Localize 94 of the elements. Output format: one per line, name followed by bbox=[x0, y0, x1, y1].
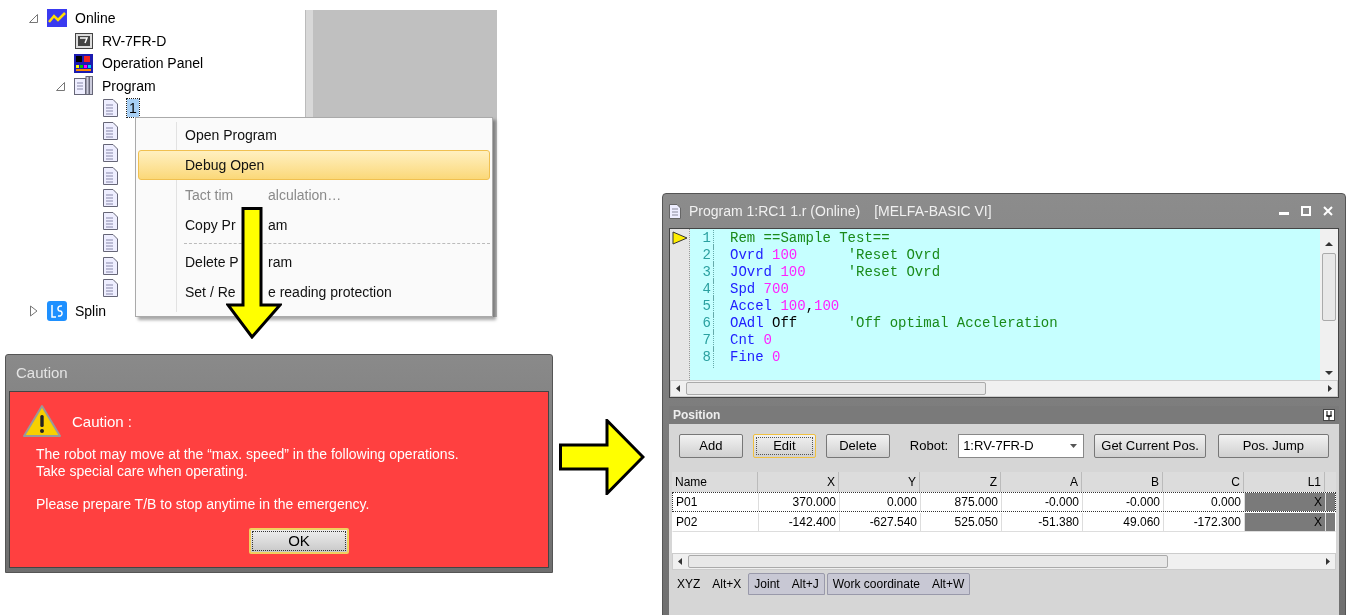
tab[interactable]: Work coordinate Alt+W bbox=[826, 573, 971, 595]
document-icon bbox=[669, 203, 681, 219]
horizontal-scrollbar[interactable] bbox=[670, 380, 1338, 397]
tree-item[interactable]: Operation Panel bbox=[100, 54, 206, 73]
table-cell: 525.050 bbox=[921, 513, 1002, 531]
code-line: JOvrd 100 'Reset Ovrd bbox=[730, 263, 941, 282]
warning-icon bbox=[22, 404, 62, 438]
dropdown-icon bbox=[1070, 444, 1078, 448]
chart-icon bbox=[46, 9, 67, 28]
collapse-arrow-icon[interactable] bbox=[29, 12, 39, 25]
code-area[interactable]: 1 Rem ==Sample Test== 2 Ovrd 100 'Reset Ovrd 3 JOvrd 100 'Reset Ovrd 4 Spd 700 5 Accel 100,100 6 OAdl Off 'Off optimal Acceleration 7 Cnt 0 8 Fine 0 bbox=[690, 229, 1320, 380]
right-arrow-icon bbox=[559, 419, 645, 495]
document-icon bbox=[103, 256, 118, 275]
warning-text: Please prepare T/B to stop anytime in the emergency. bbox=[36, 496, 371, 513]
code-line: Rem ==Sample Test== bbox=[730, 229, 890, 248]
column-header[interactable]: Z bbox=[920, 472, 1001, 492]
warning-text: Take special care when operating. bbox=[36, 463, 249, 480]
table-cell: X bbox=[1245, 493, 1326, 511]
menu-item[interactable]: Open Program bbox=[138, 120, 490, 150]
robot-label: Robot: bbox=[909, 437, 949, 456]
table-cell: -51.380 bbox=[1002, 513, 1083, 531]
menu-item[interactable]: Set / Re e reading protection bbox=[138, 277, 490, 307]
language-label: [MELFA-BASIC VI] bbox=[874, 201, 992, 221]
line-number: 3 bbox=[690, 262, 714, 283]
column-header[interactable]: Y bbox=[839, 472, 920, 492]
table-cell bbox=[1326, 513, 1335, 531]
table-cell: 875.000 bbox=[921, 493, 1002, 511]
toolbar-button[interactable]: Edit bbox=[752, 434, 817, 458]
document-icon bbox=[103, 189, 118, 208]
toolbar-button[interactable]: Get Current Pos. bbox=[1094, 434, 1206, 458]
document-icon bbox=[103, 144, 118, 163]
table-cell: P02 bbox=[673, 513, 759, 531]
document-icon bbox=[103, 279, 118, 298]
table-row[interactable]: P01 370.000 0.000 875.000 -0.000 -0.000 0.000 X bbox=[672, 492, 1336, 512]
document-icon bbox=[103, 234, 118, 253]
document-icon bbox=[103, 211, 118, 230]
vertical-scrollbar[interactable] bbox=[1320, 229, 1338, 380]
documents-icon bbox=[74, 76, 93, 96]
close-icon[interactable] bbox=[1323, 206, 1333, 216]
table-cell bbox=[1326, 493, 1335, 511]
column-header[interactable]: B bbox=[1082, 472, 1163, 492]
expand-arrow-icon[interactable] bbox=[29, 304, 39, 317]
menu-item[interactable]: Copy Pr am bbox=[138, 210, 490, 240]
line-number: 7 bbox=[690, 330, 714, 351]
column-header[interactable]: L1 bbox=[1244, 472, 1325, 492]
code-line: OAdl Off 'Off optimal Acceleration bbox=[730, 314, 1058, 333]
table-cell: 49.060 bbox=[1083, 513, 1164, 531]
collapse-arrow-icon[interactable] bbox=[56, 79, 66, 92]
robot-select[interactable]: 1:RV-7FR-D bbox=[958, 434, 1085, 458]
ok-button[interactable]: OK bbox=[249, 528, 349, 554]
menu-item[interactable]: Delete P ram bbox=[138, 247, 490, 277]
warning-text: The robot may move at the “max. speed” in the following operations. bbox=[36, 446, 460, 463]
table-cell: 370.000 bbox=[759, 493, 840, 511]
code-line: Accel 100,100 bbox=[730, 297, 840, 316]
code-line: Cnt 0 bbox=[730, 331, 773, 350]
table-cell: -0.000 bbox=[1002, 493, 1083, 511]
line-number: 6 bbox=[690, 313, 714, 334]
tree-item[interactable]: 1 bbox=[127, 99, 139, 118]
tab[interactable]: Joint Alt+J bbox=[748, 573, 825, 595]
code-line: Ovrd 100 'Reset Ovrd bbox=[730, 246, 941, 265]
menu-item[interactable]: Debug Open bbox=[138, 150, 490, 180]
table-cell: -142.400 bbox=[759, 513, 840, 531]
line-number: 1 bbox=[690, 229, 714, 249]
caution-heading: Caution : bbox=[72, 411, 133, 432]
document-icon bbox=[103, 121, 118, 140]
table-cell: -627.540 bbox=[840, 513, 921, 531]
table-cell: 0.000 bbox=[840, 493, 921, 511]
table-cell: -0.000 bbox=[1083, 493, 1164, 511]
window-title: Program 1:RC1 1.r (Online) bbox=[689, 201, 861, 221]
column-header[interactable]: C bbox=[1163, 472, 1244, 492]
panel-title: Position bbox=[673, 407, 721, 424]
code-line: Spd 700 bbox=[730, 280, 789, 299]
pin-icon[interactable] bbox=[1323, 409, 1335, 421]
toolbar-button[interactable]: Pos. Jump bbox=[1217, 434, 1329, 458]
line-number: 2 bbox=[690, 245, 714, 266]
table-row[interactable]: P02 -142.400 -627.540 525.050 -51.380 49.060 -172.300 X bbox=[672, 512, 1336, 532]
code-line: Fine 0 bbox=[730, 348, 781, 367]
control-panel-icon bbox=[74, 53, 93, 73]
maximize-icon[interactable] bbox=[1301, 206, 1311, 216]
column-header[interactable]: Name bbox=[672, 472, 758, 492]
toolbar-button[interactable]: Add bbox=[679, 434, 743, 458]
table-cell: P01 bbox=[673, 493, 759, 511]
horizontal-scrollbar[interactable] bbox=[672, 553, 1336, 570]
line-number: 4 bbox=[690, 279, 714, 300]
column-header[interactable]: X bbox=[758, 472, 839, 492]
document-icon bbox=[103, 166, 118, 185]
dialog-title: Caution bbox=[16, 362, 68, 383]
document-icon bbox=[103, 99, 118, 118]
table-cell: X bbox=[1245, 513, 1326, 531]
monitor-icon bbox=[74, 32, 93, 49]
line-number: 5 bbox=[690, 296, 714, 317]
column-header[interactable]: A bbox=[1001, 472, 1082, 492]
toolbar-button[interactable]: Delete bbox=[826, 434, 890, 458]
line-number: 8 bbox=[690, 347, 714, 368]
